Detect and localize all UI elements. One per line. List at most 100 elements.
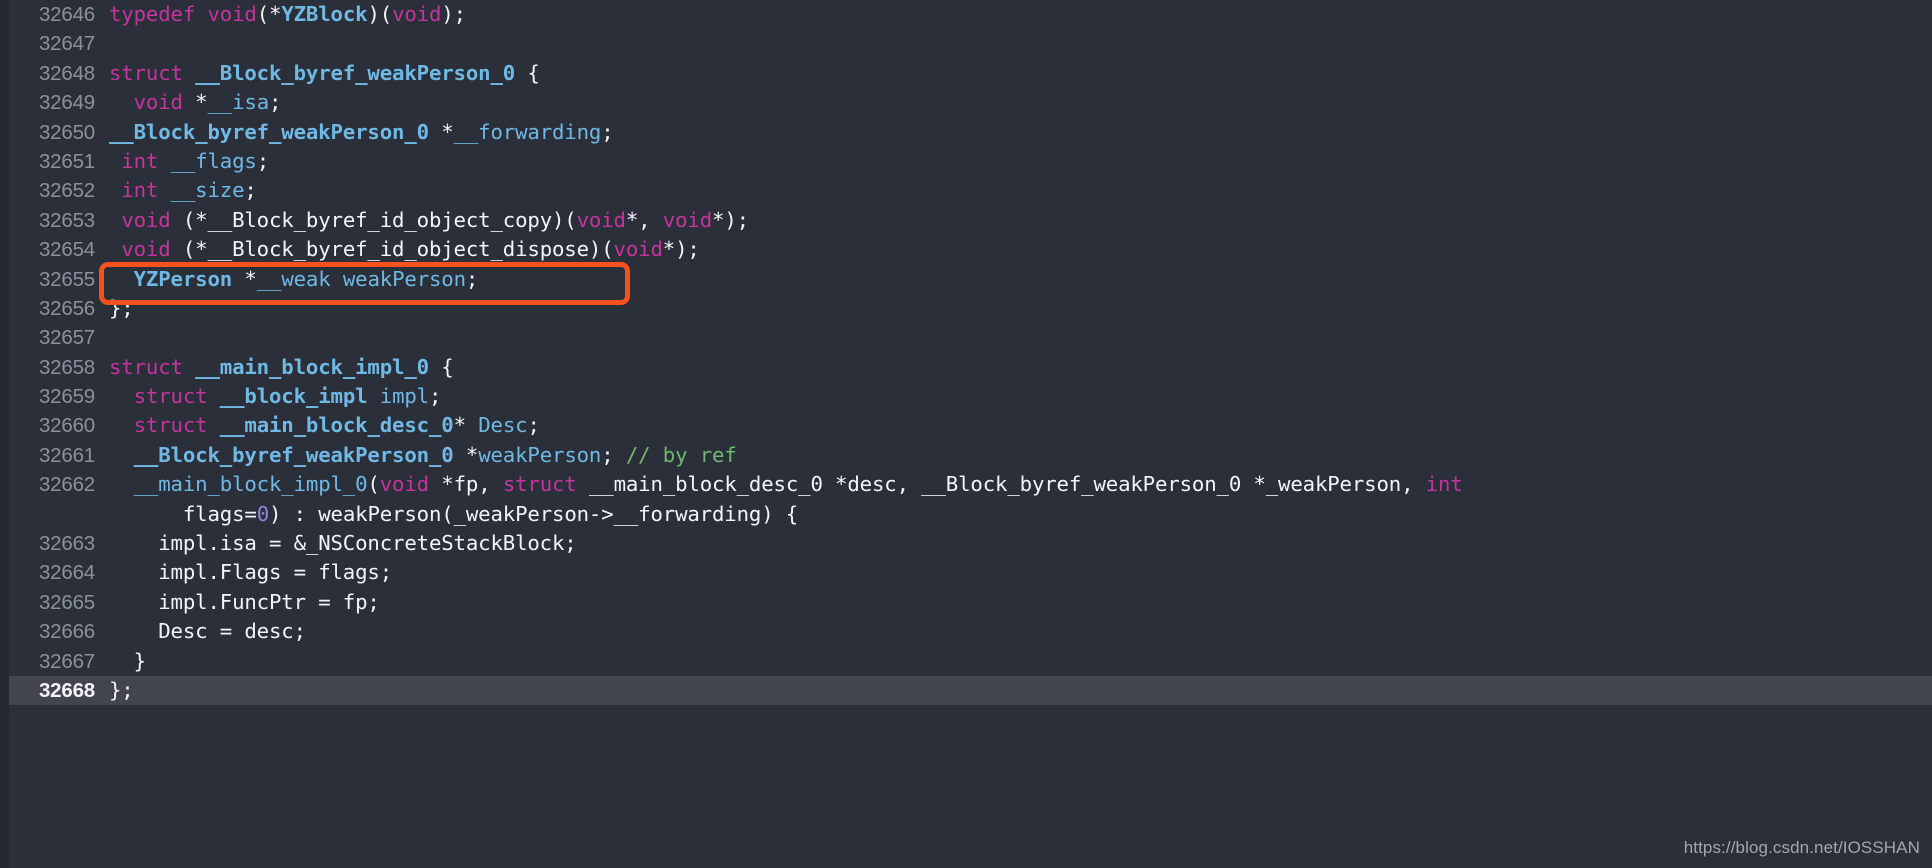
line-number: 32666 [38,620,95,644]
code-token-kw: void [121,207,171,232]
line-number: 32649 [38,91,95,115]
code-text[interactable]: } [95,647,1932,676]
code-token-pln [109,208,121,232]
code-token-kw: void [379,472,429,497]
code-token-pln: (* [256,2,282,26]
code-line[interactable]: 32662 __main_block_impl_0(void *fp, stru… [9,470,1932,529]
code-token-pln [109,413,134,437]
code-token-kw: void [392,2,442,26]
code-text[interactable]: __Block_byref_weakPerson_0 *weakPerson; … [95,441,1932,470]
code-token-pln: ; [429,384,442,409]
code-text[interactable]: impl.isa = &_NSConcreteStackBlock; [95,529,1932,558]
code-text[interactable]: }; [95,294,1932,323]
code-line[interactable]: 32648 struct __Block_byref_weakPerson_0 { [9,59,1932,88]
code-text[interactable]: typedef void(*YZBlock)(void); [95,0,1932,29]
code-token-pln: ; [601,442,626,467]
code-token-var: __weak [256,266,331,291]
code-token-pln: { [428,354,454,379]
code-token-var: __flags [170,148,257,173]
code-token-pln [183,355,195,379]
line-number: 32668 [38,679,95,702]
code-token-pln: }; [109,295,134,320]
code-text[interactable]: __main_block_impl_0(void *fp, struct __m… [95,470,1932,529]
code-token-var: __size [170,178,245,203]
code-text[interactable]: struct __main_block_desc_0* Desc; [95,411,1932,440]
code-line[interactable]: 32667 } [9,647,1932,676]
code-line[interactable]: 32654 void (*__Block_byref_id_object_dis… [9,235,1932,264]
code-editor-surface[interactable]: 32646 typedef void(*YZBlock)(void); 32647 3… [9,0,1932,868]
code-text[interactable]: __Block_byref_weakPerson_0 *__forwarding… [95,118,1932,147]
code-token-kw: int [121,178,159,203]
code-token-var: __isa [207,90,270,115]
line-number: 32648 [38,61,95,85]
code-token-kw: struct [109,354,183,379]
code-token-kw: void [121,237,171,262]
code-line[interactable]: 32664 impl.Flags = flags; [9,558,1932,587]
line-number: 32650 [38,120,95,144]
code-token-pln: __main_block_desc_0 *desc, __Block_byref… [576,472,1426,497]
code-line[interactable]: 32647 [9,29,1932,58]
code-line[interactable]: 32653 void (*__Block_byref_id_object_cop… [9,206,1932,235]
code-token-pln: ; [465,266,479,291]
code-text[interactable]: void (*__Block_byref_id_object_dispose)(… [95,235,1932,264]
code-text[interactable]: Desc = desc; [95,617,1932,646]
code-text[interactable]: impl.Flags = flags; [95,558,1932,587]
code-line[interactable]: 32652 int __size; [9,176,1932,205]
code-token-type: YZBlock [281,2,368,26]
code-text[interactable]: void *__isa; [95,88,1932,117]
code-text[interactable]: struct __main_block_impl_0 { [95,353,1932,382]
code-token-kw: struct [133,413,208,438]
code-token-num: 0 [256,501,269,526]
code-text[interactable]: struct __block_impl impl; [95,382,1932,411]
code-token-pln: *fp, [428,472,503,497]
code-text[interactable]: }; [95,676,1932,705]
line-number: 32662 [38,473,95,497]
code-token-pln [331,267,343,291]
code-line[interactable]: 32649 void *__isa; [9,88,1932,117]
code-line[interactable]: 32663 impl.isa = &_NSConcreteStackBlock; [9,529,1932,558]
code-line[interactable]: 32665 impl.FuncPtr = fp; [9,588,1932,617]
code-text[interactable]: void (*__Block_byref_id_object_copy)(voi… [95,206,1932,235]
code-line[interactable]: 32657 [9,323,1932,352]
code-token-pln: *); [662,237,700,262]
code-token-pln: * [453,442,479,467]
code-viewer: 32646 typedef void(*YZBlock)(void); 32647 3… [0,0,1932,868]
code-line[interactable]: 32660 struct __main_block_desc_0* Desc; [9,411,1932,440]
code-line[interactable]: 32656}; [9,294,1932,323]
code-token-kw: void [576,207,626,232]
code-token-pln [109,178,121,202]
code-token-pln: *, [625,207,663,232]
code-line[interactable]: 32668}; [9,676,1932,706]
code-token-pln [109,237,121,261]
code-line[interactable]: 32651 int __flags; [9,147,1932,176]
code-token-pln [109,90,134,114]
code-token-pln: (*__Block_byref_id_object_dispose)( [170,237,614,262]
code-token-pln: { [515,60,540,85]
code-text[interactable]: YZPerson *__weak weakPerson; [95,265,1932,294]
code-text[interactable]: int __flags; [95,147,1932,176]
line-number: 32659 [38,385,95,409]
code-line[interactable]: 32655 YZPerson *__weak weakPerson; [9,265,1932,294]
line-number: 32652 [38,179,95,203]
code-token-pln [109,149,121,173]
code-token-pln: ) : weakPerson(_weakPerson->__forwarding… [269,501,799,526]
code-line[interactable]: 32646 typedef void(*YZBlock)(void); [9,0,1932,29]
line-number: 32657 [38,326,95,350]
code-line[interactable]: 32659 struct __block_impl impl; [9,382,1932,411]
code-line[interactable]: 32666 Desc = desc; [9,617,1932,646]
code-text[interactable]: struct __Block_byref_weakPerson_0 { [95,59,1932,88]
code-text[interactable]: impl.FuncPtr = fp; [95,588,1932,617]
code-token-var: __forwarding [453,119,602,144]
code-token-kw: struct [502,472,577,497]
code-token-cmt: // by ref [625,442,737,467]
code-token-kw: struct [133,384,208,409]
editor-left-strip [0,0,9,868]
code-line[interactable]: 32661 __Block_byref_weakPerson_0 *weakPe… [9,441,1932,470]
line-number: 32656 [38,296,95,320]
code-line[interactable]: 32658 struct __main_block_impl_0 { [9,353,1932,382]
code-line[interactable]: 32650 __Block_byref_weakPerson_0 *__forwa… [9,118,1932,147]
code-token-type: __main_block_desc_0 [219,413,454,438]
code-text[interactable]: int __size; [95,176,1932,205]
code-token-var: Desc [478,413,528,438]
code-token-pln [207,413,219,437]
